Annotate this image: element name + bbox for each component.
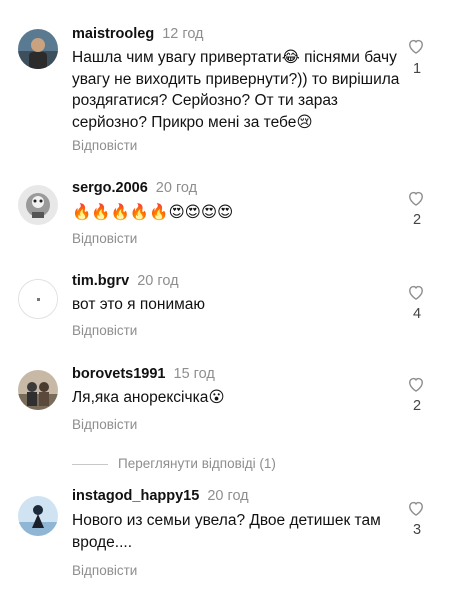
comment-text: 🔥🔥🔥🔥🔥😍😍😍😍 <box>72 204 234 221</box>
comment-time: 15 год <box>173 366 215 382</box>
reply-button[interactable]: Відповісти <box>72 138 137 153</box>
comment-text: Нового из семьи увела? Двое детишек там … <box>72 512 381 551</box>
comment-time: 20 год <box>137 273 179 289</box>
avatar[interactable] <box>18 29 58 69</box>
comment-username[interactable]: tim.bgrv 20 год <box>72 273 179 289</box>
avatar[interactable] <box>18 185 58 225</box>
avatar[interactable] <box>18 279 58 319</box>
like-count: 3 <box>412 522 422 538</box>
heart-outline-icon[interactable] <box>406 36 426 56</box>
view-replies-label[interactable]: Переглянути відповіді (1) <box>118 456 276 471</box>
avatar[interactable] <box>18 496 58 536</box>
like-count: 2 <box>412 398 422 414</box>
heart-outline-icon[interactable] <box>406 188 426 208</box>
like-count: 2 <box>412 212 422 228</box>
comment-username[interactable]: borovets1991 15 год <box>72 366 215 382</box>
avatar[interactable] <box>18 370 58 410</box>
comment-time: 12 год <box>162 26 204 42</box>
divider <box>72 464 108 465</box>
reply-button[interactable]: Відповісти <box>72 417 137 432</box>
reply-button[interactable]: Відповісти <box>72 231 137 246</box>
comment-text: Нашла чим увагу привертати😂 піснями бачу… <box>72 49 400 131</box>
heart-outline-icon[interactable] <box>406 282 426 302</box>
comment-text: Ля,яка анорексічка😮 <box>72 389 225 406</box>
like-count: 4 <box>412 306 422 322</box>
comment-time: 20 год <box>155 180 198 196</box>
heart-outline-icon[interactable] <box>406 374 426 394</box>
comment-time: 20 год <box>207 488 249 504</box>
comment-text: вот это я понимаю <box>72 296 205 313</box>
reply-button[interactable]: Відповісти <box>72 323 137 338</box>
heart-outline-icon[interactable] <box>406 498 426 518</box>
comment-username[interactable]: instagod_happy15 20 год <box>72 488 249 504</box>
reply-button[interactable]: Відповісти <box>72 563 137 578</box>
like-count: 1 <box>412 61 422 77</box>
comment-username[interactable]: sergo.2006 20 год <box>72 180 197 196</box>
comment-username[interactable]: maistrooleg 12 год <box>72 26 204 42</box>
